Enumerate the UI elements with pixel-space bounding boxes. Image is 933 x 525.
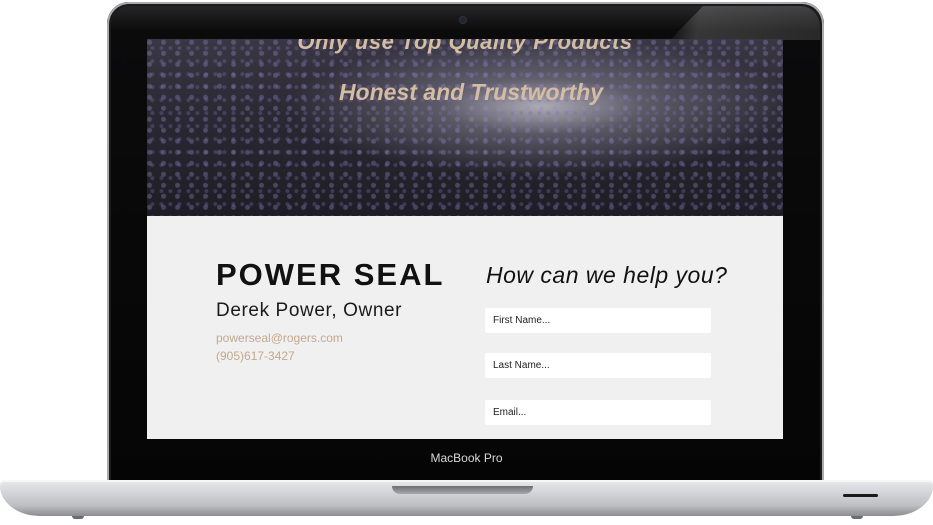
form-title: How can we help you? bbox=[486, 262, 728, 288]
hero-tagline-honest: Honest and Trustworthy bbox=[338, 79, 604, 105]
laptop-foot bbox=[72, 516, 84, 519]
hero-tagline-quality: Only use Top Quality Products bbox=[297, 39, 633, 54]
first-name-input[interactable] bbox=[485, 308, 711, 333]
owner-name: Derek Power, Owner bbox=[216, 300, 403, 321]
contact-section: POWER SEAL Derek Power, Owner powerseal@… bbox=[147, 216, 783, 439]
device-model-label: MacBook Pro bbox=[430, 451, 503, 465]
hero-banner: Only use Top Quality Products Honest and… bbox=[147, 39, 783, 216]
last-name-input[interactable] bbox=[485, 353, 711, 378]
email-input[interactable] bbox=[485, 400, 711, 425]
phone-link[interactable]: (905)617-3427 bbox=[216, 349, 295, 363]
email-link[interactable]: powerseal@rogers.com bbox=[216, 331, 343, 345]
website-screen: Only use Top Quality Products Honest and… bbox=[147, 39, 783, 439]
lid-opening-notch bbox=[392, 486, 533, 494]
sleep-indicator-light bbox=[843, 494, 878, 497]
camera-icon bbox=[460, 17, 466, 23]
business-name: POWER SEAL bbox=[216, 257, 445, 292]
laptop-foot bbox=[851, 516, 863, 519]
